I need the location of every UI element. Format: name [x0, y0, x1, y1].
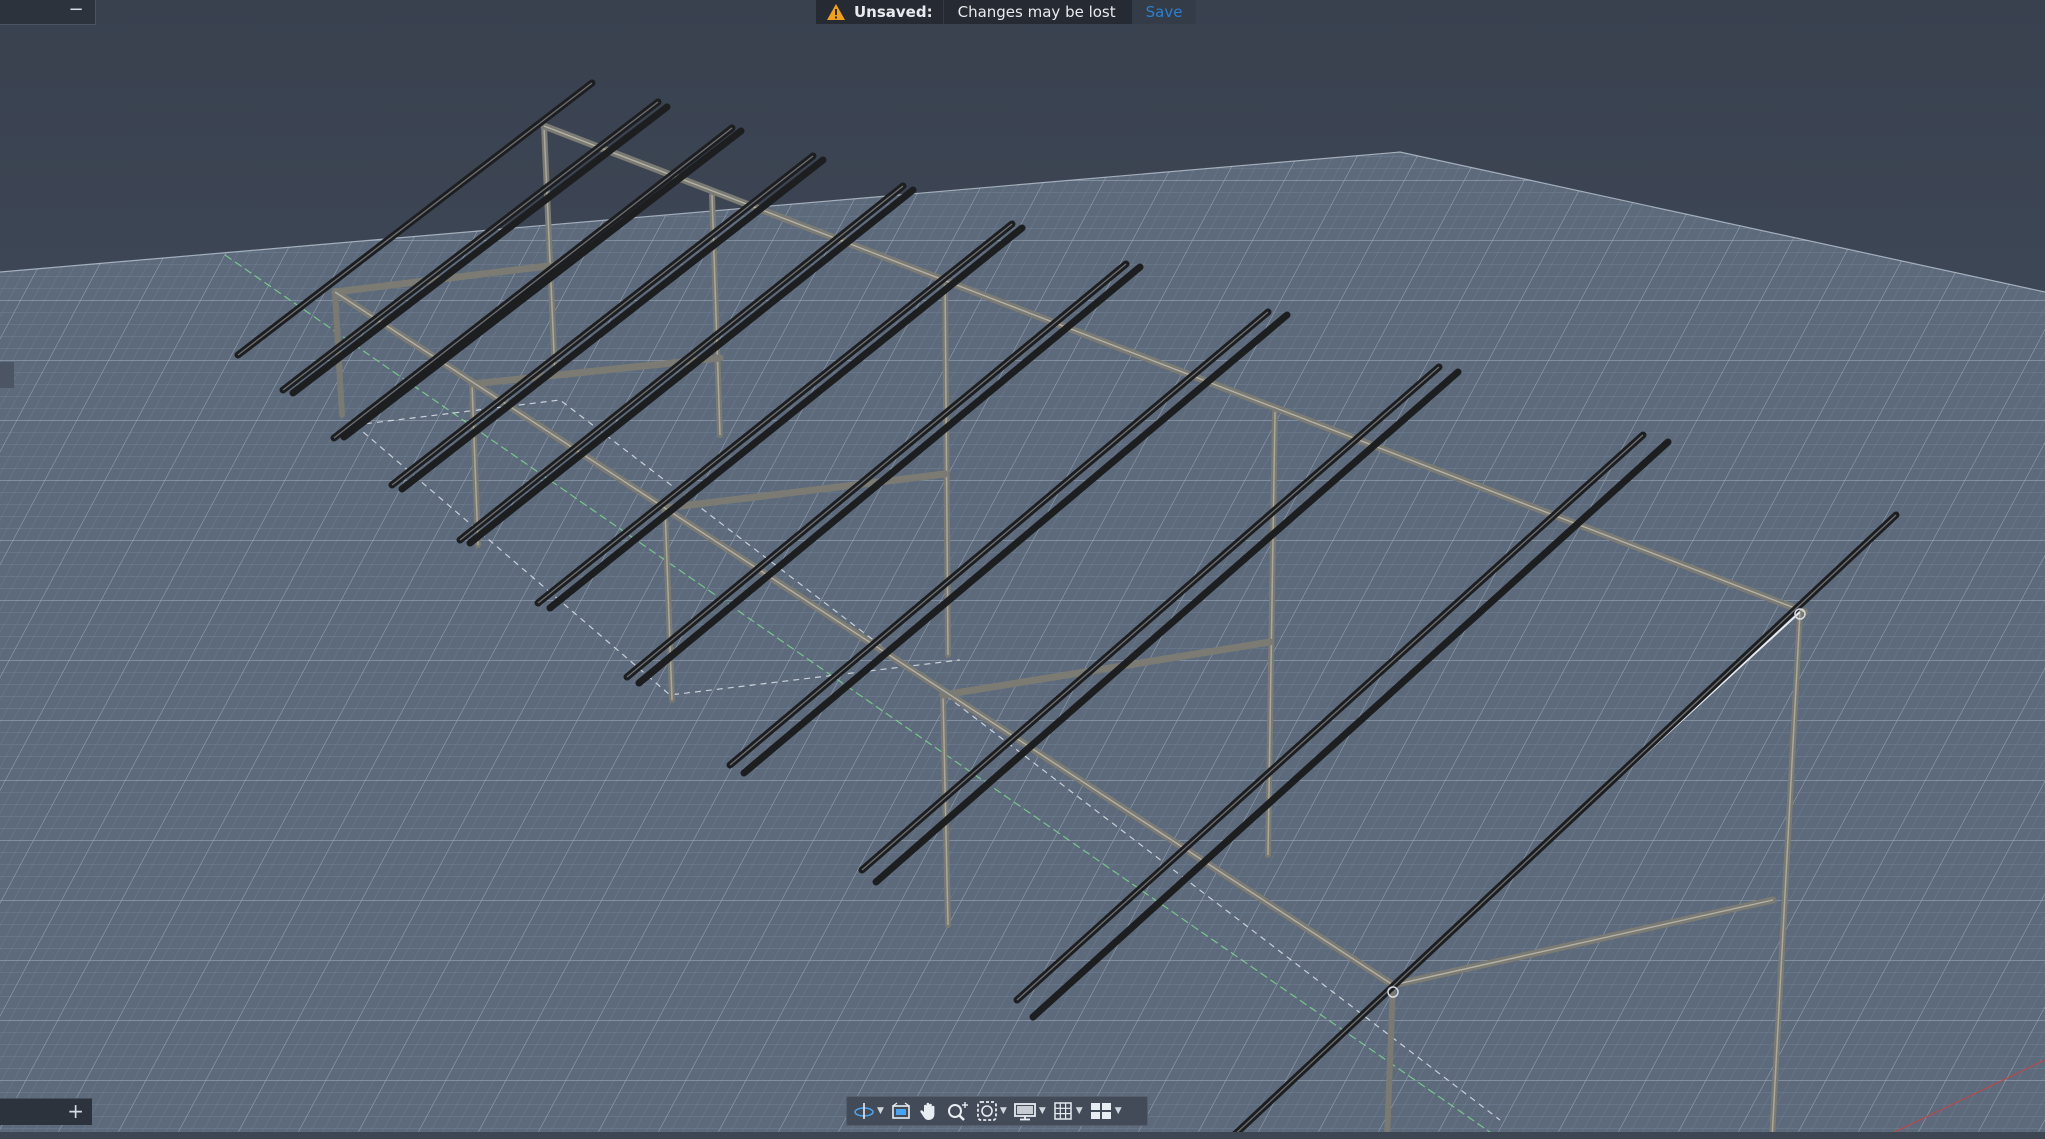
chevron-down-icon[interactable]: ▼	[1076, 1106, 1083, 1116]
unsaved-warning: Unsaved:	[816, 0, 943, 24]
pan-hand-icon	[920, 1102, 935, 1120]
bottom-left-panel: +	[0, 1098, 92, 1125]
add-button[interactable]: +	[67, 1100, 84, 1122]
viewports-icon	[1090, 1103, 1111, 1119]
top-left-panel: −	[0, 0, 96, 25]
pan-tool[interactable]	[918, 1097, 940, 1125]
chevron-down-icon[interactable]: ▼	[1039, 1106, 1046, 1116]
zoom-tool[interactable]	[946, 1097, 970, 1125]
view-tool[interactable]	[890, 1097, 912, 1125]
display-tool[interactable]: ▼	[1013, 1097, 1046, 1125]
display-settings-icon	[1013, 1103, 1036, 1121]
warning-icon	[827, 4, 845, 20]
view-cube-icon	[892, 1102, 910, 1119]
grid-icon	[1054, 1102, 1072, 1120]
unsaved-label: Unsaved:	[854, 3, 933, 21]
chevron-down-icon[interactable]: ▼	[1000, 1106, 1007, 1116]
unsaved-message: Changes may be lost	[942, 0, 1132, 24]
window-zoom-tool[interactable]: ▼	[976, 1097, 1007, 1125]
3d-viewport[interactable]	[0, 0, 2045, 1139]
grid-tool[interactable]: ▼	[1052, 1097, 1083, 1125]
navigation-toolbar: ▼ ▼ ▼ ▼ ▼	[846, 1096, 1148, 1126]
status-strip	[0, 1132, 2045, 1139]
side-panel-tab[interactable]	[0, 362, 14, 388]
chevron-down-icon[interactable]: ▼	[877, 1106, 884, 1116]
chevron-down-icon[interactable]: ▼	[1115, 1106, 1122, 1116]
viewports-tool[interactable]: ▼	[1089, 1097, 1122, 1125]
unsaved-notification: Unsaved: Changes may be lost Save	[816, 0, 1197, 24]
zoom-icon	[947, 1102, 968, 1121]
save-button[interactable]: Save	[1131, 0, 1197, 24]
zoom-window-icon	[977, 1101, 997, 1121]
collapse-button[interactable]: −	[67, 1, 85, 21]
orbit-tool[interactable]: ▼	[853, 1097, 884, 1125]
orbit-icon	[854, 1103, 874, 1119]
